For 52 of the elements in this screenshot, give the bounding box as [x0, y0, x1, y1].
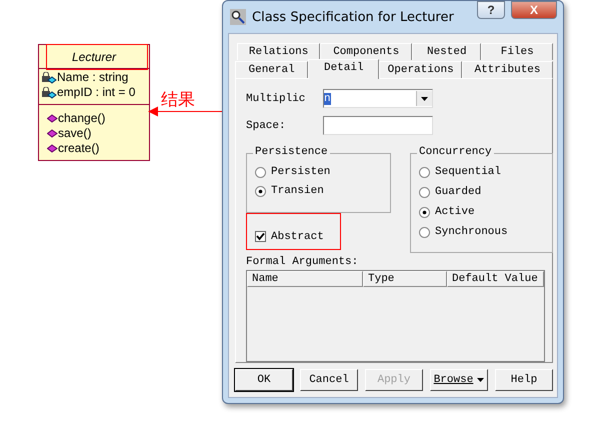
section-label: Formal Arguments: — [246, 256, 360, 268]
radio-label: Persisten — [271, 166, 330, 178]
attribute-text: Name : string — [57, 70, 128, 85]
caret-icon — [477, 378, 484, 382]
help-button[interactable]: ? — [477, 1, 505, 19]
tab[interactable]: Components — [320, 43, 412, 60]
field-label: Space: — [246, 120, 287, 132]
radio-button[interactable] — [255, 166, 266, 178]
radio-button[interactable] — [419, 206, 430, 218]
attribute-text: empID : int = 0 — [57, 85, 136, 100]
tab[interactable]: Operations — [379, 61, 462, 78]
group-title: Concurrency — [417, 146, 494, 158]
operation-text: save() — [58, 126, 92, 141]
radio-label: Guarded — [435, 186, 482, 198]
dialog-button[interactable]: Cancel — [300, 369, 358, 391]
column-header[interactable]: Default Value — [447, 271, 544, 287]
operation-icon — [47, 144, 58, 154]
caret-icon[interactable] — [416, 91, 432, 106]
locked-attribute-icon — [41, 72, 57, 84]
checkbox-label: Abstract — [271, 230, 324, 242]
class-name: Lecturer — [39, 45, 149, 69]
column-header[interactable]: Name — [247, 271, 363, 287]
radio-label: Active — [435, 206, 475, 218]
space-field[interactable] — [323, 116, 433, 135]
multiplicity-dropdown[interactable]: n — [323, 89, 433, 108]
operation-text: change() — [58, 111, 106, 126]
tab[interactable]: Files — [481, 43, 553, 60]
window-title: Class Specification for Lecturer — [252, 10, 455, 24]
annotation-label: 结果 — [161, 89, 195, 111]
radio-label: Transien — [271, 185, 324, 197]
operation-text: create() — [58, 141, 100, 156]
column-header[interactable]: Type — [363, 271, 447, 287]
operation-icon — [47, 128, 58, 138]
operation-icon — [47, 114, 58, 124]
radio-button[interactable] — [419, 226, 430, 238]
locked-attribute-icon — [41, 86, 57, 98]
tab[interactable]: Attributes — [462, 61, 553, 78]
magnifier-icon — [230, 9, 246, 25]
dialog-button[interactable]: Browse — [430, 369, 488, 391]
field-label: Multiplic — [246, 92, 306, 104]
radio-label: Synchronous — [435, 226, 508, 238]
radio-button[interactable] — [419, 166, 430, 178]
radio-label: Sequential — [435, 166, 502, 178]
tab[interactable]: Nested — [412, 43, 482, 60]
tab[interactable]: Relations — [237, 43, 320, 60]
tab[interactable]: Detail — [308, 59, 380, 79]
dialog-button[interactable]: OK — [235, 369, 293, 391]
radio-button[interactable] — [255, 186, 266, 196]
radio-button[interactable] — [419, 186, 430, 198]
dialog-button[interactable]: Help — [495, 369, 553, 391]
checkbox[interactable] — [255, 231, 266, 242]
tab[interactable]: General — [235, 61, 308, 78]
